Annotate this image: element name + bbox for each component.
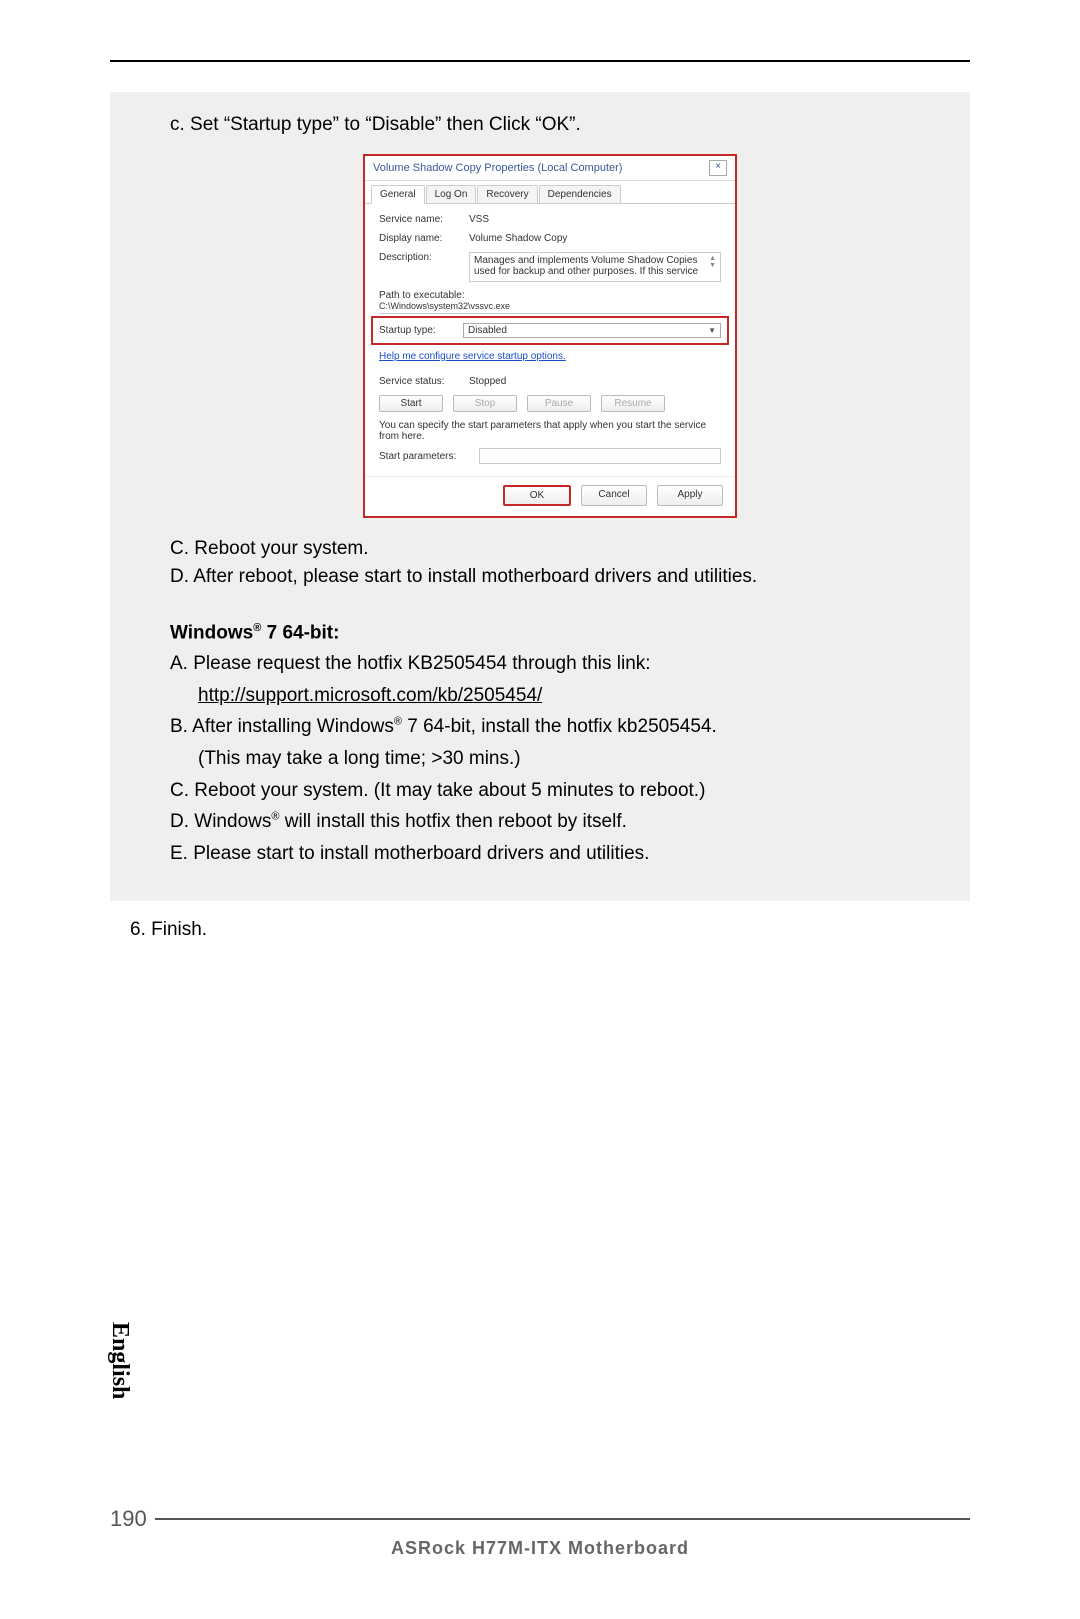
win7-heading: Windows® 7 64-bit: [170, 622, 930, 644]
win7-step-e: E. Please start to install motherboard d… [170, 840, 930, 868]
description-box: Manages and implements Volume Shadow Cop… [469, 252, 721, 282]
startup-type-row: Startup type: Disabled ▼ [371, 316, 729, 345]
startup-type-value: Disabled [468, 325, 507, 336]
finish-step: 6. Finish. [110, 919, 970, 941]
ok-button[interactable]: OK [503, 485, 571, 506]
description-label: Description: [379, 252, 469, 263]
step-c-heading: c. Set “Startup type” to “Disable” then … [170, 114, 930, 136]
scroll-arrows-icon[interactable]: ▲▼ [709, 255, 716, 269]
service-name-label: Service name: [379, 214, 469, 225]
step-c-reboot: C. Reboot your system. [170, 538, 930, 560]
win7-step-a-link-line: http://support.microsoft.com/kb/2505454/ [170, 682, 930, 710]
startup-type-label: Startup type: [379, 325, 463, 336]
display-name-value: Volume Shadow Copy [469, 233, 721, 244]
stop-button[interactable]: Stop [453, 395, 517, 412]
dialog-footer: OK Cancel Apply [365, 476, 735, 516]
screenshot-container: Volume Shadow Copy Properties (Local Com… [170, 154, 930, 518]
tab-general[interactable]: General [371, 185, 425, 204]
start-button[interactable]: Start [379, 395, 443, 412]
language-tab: English [106, 1322, 133, 1399]
tab-recovery[interactable]: Recovery [477, 185, 537, 203]
pause-button[interactable]: Pause [527, 395, 591, 412]
step-d-install: D. After reboot, please start to install… [170, 566, 930, 588]
footer-rule [155, 1518, 970, 1520]
footer-title: ASRock H77M-ITX Motherboard [110, 1538, 970, 1559]
apply-button[interactable]: Apply [657, 485, 723, 506]
close-icon[interactable]: × [709, 160, 727, 176]
startup-type-select[interactable]: Disabled ▼ [463, 323, 721, 338]
win7-step-a: A. Please request the hotfix KB2505454 t… [170, 650, 930, 678]
description-text: Manages and implements Volume Shadow Cop… [474, 255, 705, 277]
page-number: 190 [110, 1506, 147, 1532]
cancel-button[interactable]: Cancel [581, 485, 647, 506]
service-status-value: Stopped [469, 376, 721, 387]
properties-dialog: Volume Shadow Copy Properties (Local Com… [363, 154, 737, 518]
start-params-input[interactable] [479, 448, 721, 464]
service-name-value: VSS [469, 214, 721, 225]
resume-button[interactable]: Resume [601, 395, 665, 412]
instruction-box: c. Set “Startup type” to “Disable” then … [110, 92, 970, 901]
display-name-label: Display name: [379, 233, 469, 244]
win7-step-c: C. Reboot your system. (It may take abou… [170, 777, 930, 805]
page-footer: 190 ASRock H77M-ITX Motherboard [110, 1506, 970, 1559]
tab-logon[interactable]: Log On [426, 185, 477, 203]
post-screenshot-steps: C. Reboot your system. D. After reboot, … [170, 538, 930, 588]
path-value: C:\Windows\system32\vssvc.exe [379, 301, 721, 314]
win7-step-b-note: (This may take a long time; >30 mins.) [170, 745, 930, 773]
dialog-title-text: Volume Shadow Copy Properties (Local Com… [373, 162, 622, 174]
kb-link[interactable]: http://support.microsoft.com/kb/2505454/ [198, 685, 542, 706]
service-control-buttons: Start Stop Pause Resume [379, 395, 721, 412]
tab-strip: General Log On Recovery Dependencies [365, 181, 735, 204]
chevron-down-icon: ▼ [708, 326, 716, 335]
path-label: Path to executable: [379, 290, 721, 301]
start-params-label: Start parameters: [379, 451, 479, 462]
win7-step-b: B. After installing Windows® 7 64-bit, i… [170, 713, 930, 741]
dialog-body: Service name: VSS Display name: Volume S… [365, 204, 735, 476]
help-link[interactable]: Help me configure service startup option… [379, 351, 566, 362]
win7-step-d: D. Windows® will install this hotfix the… [170, 808, 930, 836]
service-status-label: Service status: [379, 376, 469, 387]
tab-dependencies[interactable]: Dependencies [539, 185, 621, 203]
document-page: c. Set “Startup type” to “Disable” then … [0, 0, 1080, 1619]
start-params-note: You can specify the start parameters tha… [379, 420, 721, 442]
dialog-titlebar: Volume Shadow Copy Properties (Local Com… [365, 156, 735, 181]
top-rule [110, 60, 970, 62]
